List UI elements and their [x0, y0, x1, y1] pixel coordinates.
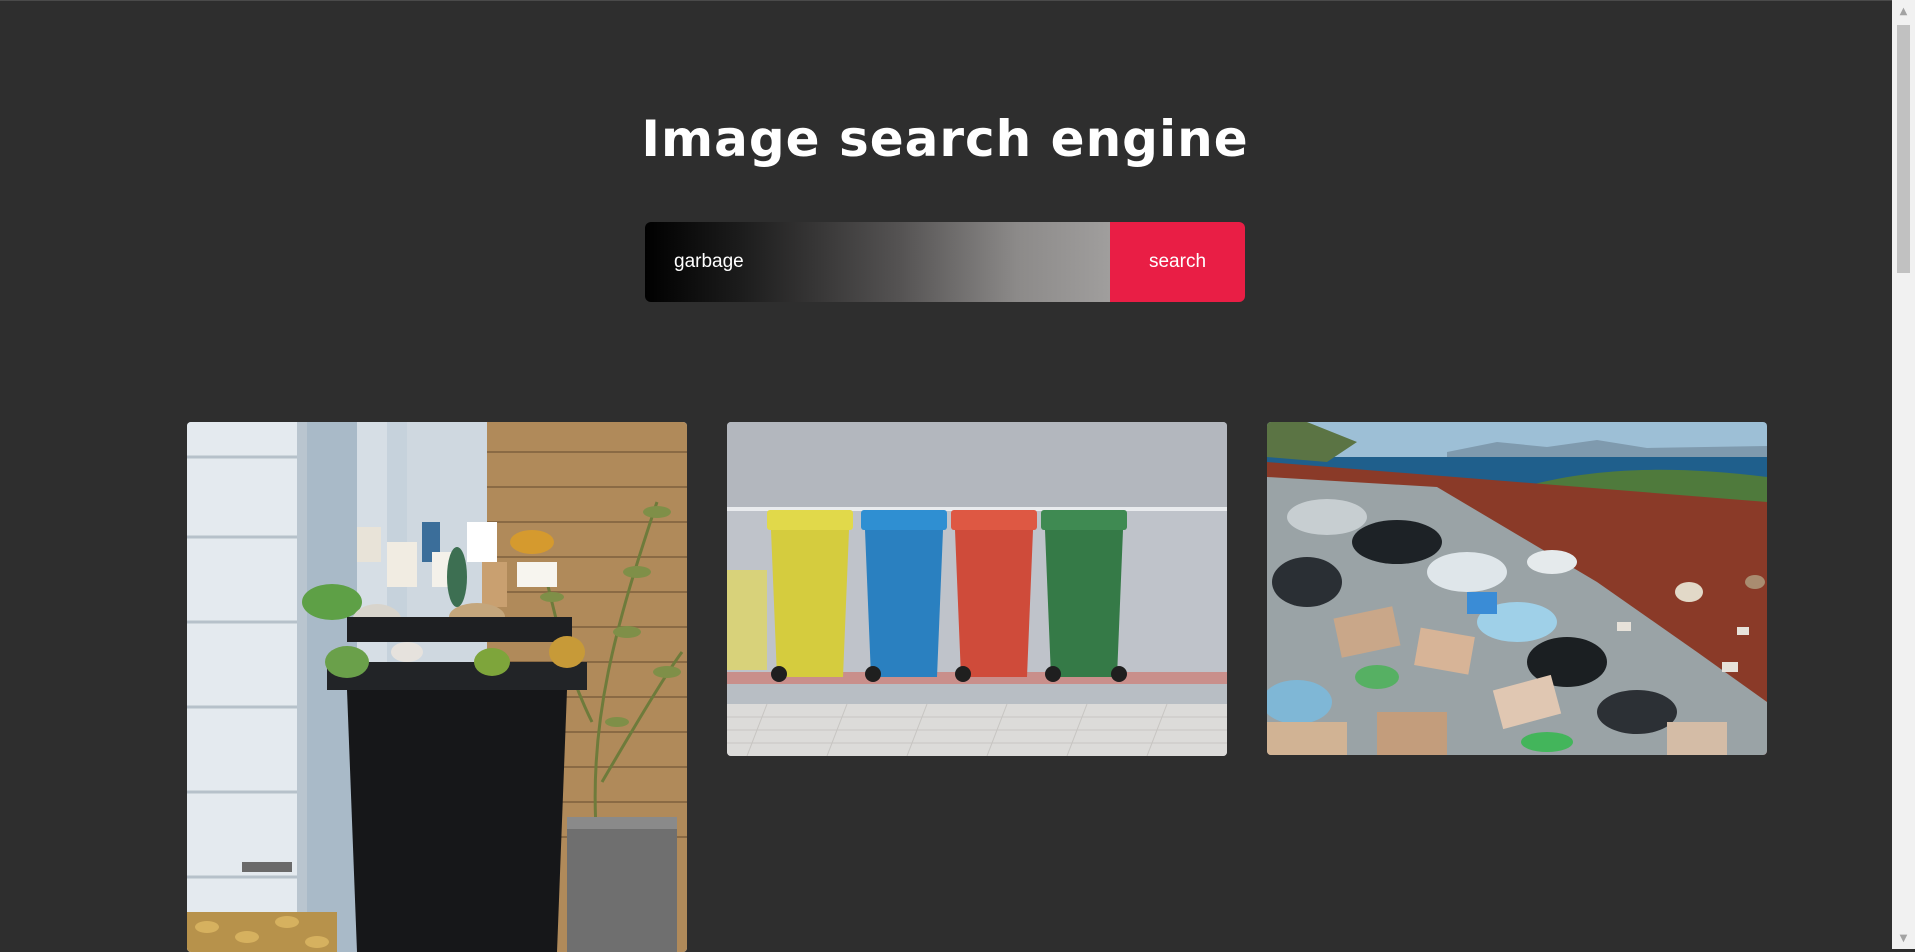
result-image-colored-bins[interactable] — [727, 422, 1227, 756]
result-image-garbage-dump[interactable] — [1267, 422, 1767, 755]
search-input[interactable] — [645, 222, 1110, 302]
vertical-scrollbar[interactable]: ▲ ▼ — [1892, 0, 1915, 949]
scrollbar-thumb[interactable] — [1897, 25, 1910, 273]
result-image-1 — [187, 422, 687, 952]
window-top-edge — [0, 0, 1915, 1]
result-image-2 — [727, 422, 1227, 756]
scroll-down-arrow-icon[interactable]: ▼ — [1892, 929, 1915, 949]
scroll-up-arrow-icon[interactable]: ▲ — [1892, 2, 1915, 22]
result-image-3 — [1267, 422, 1767, 755]
page-title: Image search engine — [641, 110, 1249, 168]
search-form: search — [645, 222, 1245, 302]
result-image-black-bin[interactable] — [187, 422, 687, 952]
search-button[interactable]: search — [1110, 222, 1245, 302]
